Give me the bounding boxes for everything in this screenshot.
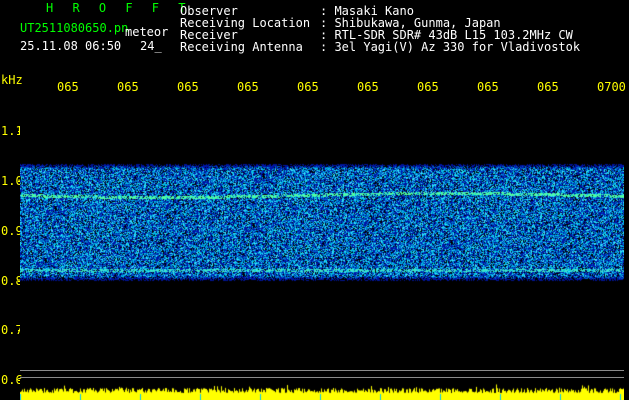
- signal-level-trace: [20, 379, 624, 400]
- filename-label: UT2511080650.pn: [20, 21, 129, 35]
- x-tick-label: 065: [417, 80, 439, 94]
- x-tick-label: 065: [117, 80, 139, 94]
- x-tick-label: 065: [537, 80, 559, 94]
- reference-line: [20, 377, 624, 378]
- count-label: 24_: [140, 39, 162, 53]
- x-tick-label: 065: [297, 80, 319, 94]
- app-title: H R O F F T: [46, 1, 192, 15]
- y-axis-unit: kHz: [1, 73, 23, 87]
- reference-line: [20, 370, 624, 371]
- info-value: : 3el Yagi(V) Az 330 for Vladivostok: [320, 40, 581, 54]
- datetime-label: 25.11.08 06:50: [20, 39, 122, 53]
- tag-label: meteor: [125, 25, 169, 39]
- x-tick-label: 065: [357, 80, 379, 94]
- x-tick-label: 065: [177, 80, 199, 94]
- hrofft-window: { "app": { "name": "H R O F F T", "filen…: [0, 0, 629, 400]
- x-tick-label: 065: [477, 80, 499, 94]
- x-tick-label: 065: [237, 80, 259, 94]
- info-label: Receiving Antenna: [180, 40, 303, 54]
- info-row-antenna: Receiving Antenna : 3el Yagi(V) Az 330 fo…: [180, 41, 580, 53]
- spectrogram-waterfall: [20, 102, 624, 372]
- x-tick-label: 0700: [597, 80, 626, 94]
- x-tick-label: 065: [57, 80, 79, 94]
